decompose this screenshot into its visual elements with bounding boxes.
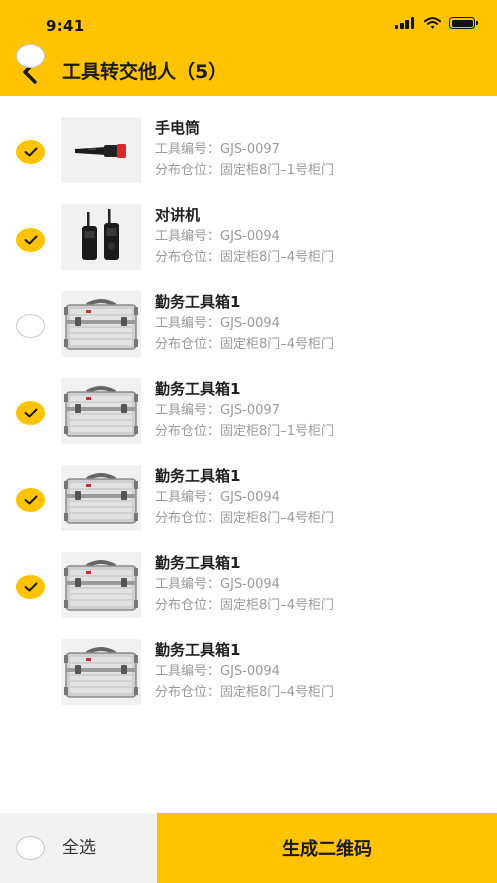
tool-list-item[interactable]: 对讲机 工具编号：GJS-0094 分布仓位：固定柜8门–4号柜门 [0, 140, 497, 270]
checkbox[interactable] [16, 401, 45, 425]
tool-list-item[interactable]: 勤务工具箱1 工具编号：GJS-0094 分布仓位：固定柜8门–4号柜门 [0, 575, 497, 705]
checkbox[interactable] [16, 140, 45, 164]
checkmark-icon [24, 147, 37, 157]
tool-image [61, 204, 141, 270]
tool-image [61, 117, 141, 183]
wifi-icon [424, 17, 441, 29]
tool-list-item[interactable]: 勤务工具箱1 工具编号：GJS-0094 分布仓位：固定柜8门–4号柜门 [0, 488, 497, 618]
tool-image [61, 291, 141, 357]
tool-location: 分布仓位：固定柜8门–1号柜门 [155, 424, 335, 439]
checkmark-icon [24, 408, 37, 418]
checkmark-icon [24, 582, 37, 592]
tool-location: 分布仓位：固定柜8门–4号柜门 [155, 685, 335, 700]
checkbox[interactable] [16, 488, 45, 512]
tool-list: 手电筒 工具编号：GJS-0097 分布仓位：固定柜8门–1号柜门 对讲机 工具… [0, 44, 497, 705]
generate-qr-button[interactable]: 生成二维码 [157, 813, 497, 883]
tool-location: 分布仓位：固定柜8门–4号柜门 [155, 250, 335, 265]
tool-name: 对讲机 [155, 206, 201, 224]
tool-name: 勤务工具箱1 [155, 467, 241, 485]
tool-code: 工具编号：GJS-0097 [155, 142, 280, 157]
checkmark-icon [24, 495, 37, 505]
header: 9:41 工具转交他人（5） [0, 0, 497, 96]
checkbox[interactable] [16, 575, 45, 599]
checkmark-icon [24, 235, 37, 245]
tool-name: 勤务工具箱1 [155, 380, 241, 398]
select-all-label: 全选 [62, 838, 96, 858]
status-time: 9:41 [46, 17, 85, 35]
tool-code: 工具编号：GJS-0097 [155, 403, 280, 418]
footer-bar: 全选 生成二维码 [0, 813, 497, 883]
select-all-checkbox[interactable] [16, 836, 45, 860]
tool-location: 分布仓位：固定柜8门–1号柜门 [155, 163, 335, 178]
signal-icon [394, 17, 416, 29]
tool-name: 手电筒 [155, 119, 201, 137]
tool-code: 工具编号：GJS-0094 [155, 316, 280, 331]
tool-location: 分布仓位：固定柜8门–4号柜门 [155, 337, 335, 352]
tool-image [61, 465, 141, 531]
tool-image [61, 639, 141, 705]
tool-name: 勤务工具箱1 [155, 554, 241, 572]
checkbox[interactable] [16, 314, 45, 338]
select-all-button[interactable]: 全选 [0, 813, 157, 883]
tool-code: 工具编号：GJS-0094 [155, 229, 280, 244]
checkbox[interactable] [16, 44, 45, 68]
status-icons [394, 16, 478, 30]
tool-list-item[interactable]: 勤务工具箱1 工具编号：GJS-0097 分布仓位：固定柜8门–1号柜门 [0, 314, 497, 444]
tool-image [61, 552, 141, 618]
tool-code: 工具编号：GJS-0094 [155, 664, 280, 679]
tool-code: 工具编号：GJS-0094 [155, 490, 280, 505]
tool-image [61, 378, 141, 444]
page-title: 工具转交他人（5） [62, 61, 228, 83]
tool-name: 勤务工具箱1 [155, 641, 241, 659]
tool-list-item[interactable]: 勤务工具箱1 工具编号：GJS-0094 分布仓位：固定柜8门–4号柜门 [0, 401, 497, 531]
tool-list-item[interactable]: 手电筒 工具编号：GJS-0097 分布仓位：固定柜8门–1号柜门 [0, 44, 497, 183]
checkbox[interactable] [16, 228, 45, 252]
battery-icon [449, 17, 478, 29]
tool-code: 工具编号：GJS-0094 [155, 577, 280, 592]
tool-location: 分布仓位：固定柜8门–4号柜门 [155, 598, 335, 613]
tool-list-item[interactable]: 勤务工具箱1 工具编号：GJS-0094 分布仓位：固定柜8门–4号柜门 [0, 228, 497, 357]
tool-name: 勤务工具箱1 [155, 293, 241, 311]
tool-location: 分布仓位：固定柜8门–4号柜门 [155, 511, 335, 526]
